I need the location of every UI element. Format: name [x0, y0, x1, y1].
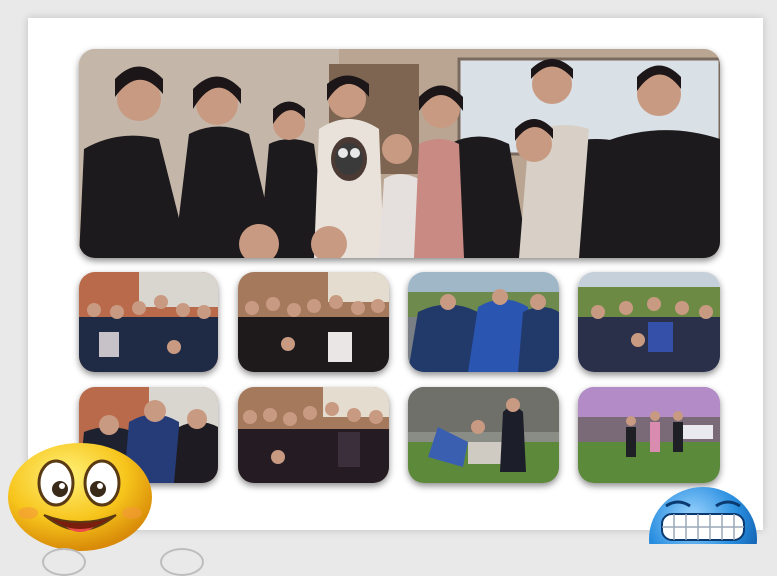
group-photo-6 — [238, 387, 389, 483]
group-photo-4 — [578, 272, 720, 372]
group-photo-8 — [578, 387, 720, 483]
happy-face-emoji — [6, 441, 154, 551]
group-photo-7 — [408, 387, 559, 483]
group-photo-2 — [238, 272, 389, 372]
group-photo-hero — [79, 49, 720, 258]
bottom-ring-decoration — [42, 548, 86, 576]
bottom-ring-decoration — [160, 548, 204, 576]
group-photo-1 — [79, 272, 218, 372]
grinning-face-emoji — [648, 484, 758, 544]
group-photo-3 — [408, 272, 559, 372]
